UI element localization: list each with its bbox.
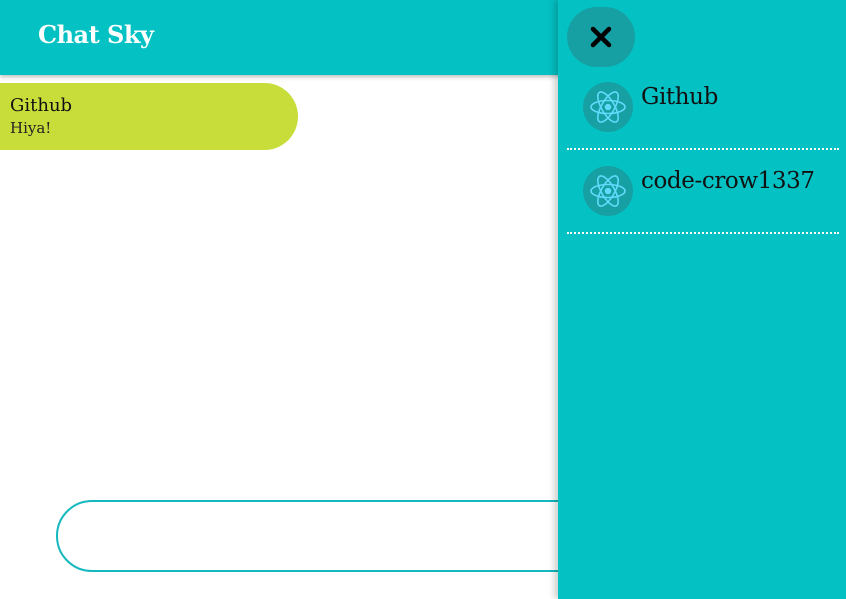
avatar (583, 82, 633, 132)
message-author: Github (10, 95, 73, 116)
user-name: Github (641, 84, 718, 110)
user-name: code-crow1337 (641, 168, 815, 194)
message-bubble: Github Hiya! (0, 83, 298, 150)
user-list-item[interactable]: code-crow1337 (567, 150, 839, 234)
user-list-item[interactable]: Github (567, 66, 839, 150)
avatar (583, 166, 633, 216)
react-atom-icon (590, 175, 626, 207)
react-atom-icon (590, 91, 626, 123)
close-icon (590, 26, 612, 48)
close-drawer-button[interactable] (567, 7, 635, 67)
app-title: Chat Sky (38, 20, 154, 49)
message-text: Hiya! (10, 119, 52, 137)
users-drawer: Github code-crow1337 (558, 0, 846, 599)
